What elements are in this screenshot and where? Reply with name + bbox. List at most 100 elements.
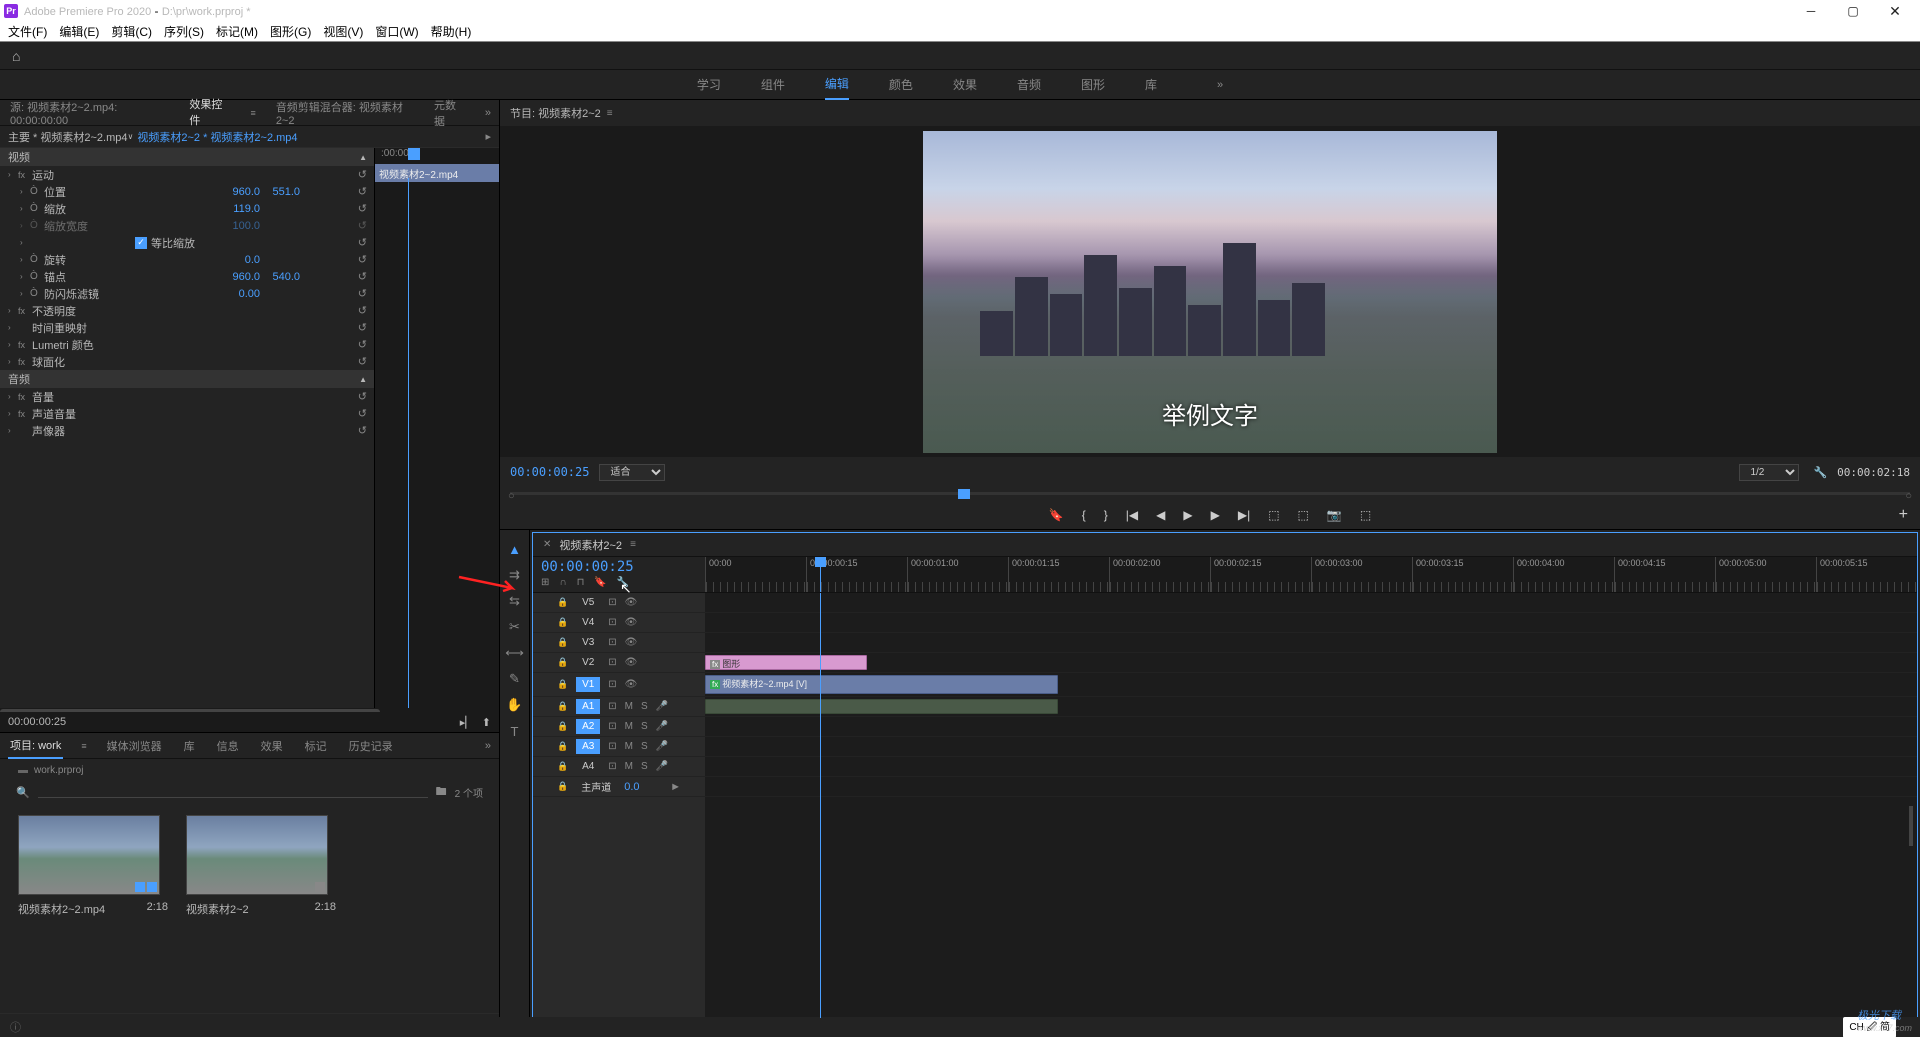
audio-track-header[interactable]: 🔒A4⊡MS🎤 xyxy=(533,757,705,777)
ec-property-row[interactable]: ›Ò缩放119.0↺ xyxy=(0,200,375,217)
goto-out-icon[interactable]: ▶| xyxy=(1238,508,1250,522)
workspace-tab[interactable]: 库 xyxy=(1145,70,1157,99)
in-point-icon[interactable]: { xyxy=(1082,508,1086,522)
audio-track-header[interactable]: 🔒A2⊡MS🎤 xyxy=(533,717,705,737)
menu-item[interactable]: 标记(M) xyxy=(212,23,262,40)
panel-tab[interactable]: 信息 xyxy=(215,734,241,758)
ec-mini-timeline[interactable]: :00:00 视频素材2~2.mp4 xyxy=(374,148,499,724)
master-track-header[interactable]: 🔒主声道0.0► xyxy=(533,777,705,797)
workspace-tab[interactable]: 效果 xyxy=(953,70,977,99)
timeline-timecode[interactable]: 00:00:00:25 xyxy=(541,559,697,575)
workspace-tab[interactable]: 颜色 xyxy=(889,70,913,99)
audio-track-lane[interactable] xyxy=(705,717,1917,737)
track-area[interactable]: fx图形 fx视频素材2~2.mp4 [V] xyxy=(705,593,1917,1018)
panel-tab[interactable]: 标记 xyxy=(303,734,329,758)
side-scrollbar[interactable] xyxy=(1909,806,1913,846)
timeline-ruler[interactable]: 00:0000:00:00:1500:00:01:0000:00:01:1500… xyxy=(705,557,1917,592)
compare-icon[interactable]: ⬚ xyxy=(1360,508,1371,522)
timeline-playhead[interactable] xyxy=(820,557,821,592)
video-track-lane[interactable] xyxy=(705,593,1917,613)
audio-track-lane[interactable] xyxy=(705,697,1917,717)
audio-track-lane[interactable] xyxy=(705,757,1917,777)
hand-tool[interactable]: ✋ xyxy=(506,696,524,714)
video-track-header[interactable]: 🔒V4⊡👁 xyxy=(533,613,705,633)
ec-playhead-marker[interactable] xyxy=(408,148,420,160)
ec-section-header[interactable]: 视频▲ xyxy=(0,148,375,166)
video-track-header[interactable]: 🔒V2⊡👁 xyxy=(533,653,705,673)
out-point-icon[interactable]: } xyxy=(1104,508,1108,522)
audio-clip[interactable] xyxy=(705,699,1058,714)
menu-item[interactable]: 窗口(W) xyxy=(371,23,422,40)
graphic-clip[interactable]: fx图形 xyxy=(705,655,867,670)
ec-effect-row[interactable]: ›fx不透明度↺ xyxy=(0,302,375,319)
video-track-header[interactable]: 🔒V1⊡👁 xyxy=(533,673,705,697)
workspace-tab[interactable]: 音频 xyxy=(1017,70,1041,99)
close-button[interactable]: ✕ xyxy=(1874,0,1916,22)
program-viewport[interactable]: 举例文字 xyxy=(500,126,1920,457)
close-sequence-icon[interactable]: ✕ xyxy=(543,539,551,550)
menu-item[interactable]: 帮助(H) xyxy=(427,23,476,40)
play-icon[interactable]: ▸ xyxy=(485,130,491,143)
video-track-lane[interactable] xyxy=(705,633,1917,653)
scrubber-playhead[interactable] xyxy=(958,489,970,499)
ec-effect-row[interactable]: ›声像器↺ xyxy=(0,422,375,439)
track-select-tool[interactable]: ⇉ xyxy=(506,566,524,584)
video-track-header[interactable]: 🔒V5⊡👁 xyxy=(533,593,705,613)
menu-item[interactable]: 图形(G) xyxy=(266,23,315,40)
audio-track-header[interactable]: 🔒A3⊡MS🎤 xyxy=(533,737,705,757)
panel-tab[interactable]: 库 xyxy=(182,734,197,758)
snap-icon[interactable]: ⊞ xyxy=(541,577,549,588)
project-item[interactable]: 视频素材2~22:18 xyxy=(186,815,336,1001)
filter-bin-icon[interactable]: 🖿 xyxy=(436,783,447,802)
workspace-tab[interactable]: 学习 xyxy=(697,70,721,99)
ec-section-header[interactable]: 音频▲ xyxy=(0,370,375,388)
resolution-select[interactable]: 1/2 xyxy=(1739,464,1799,481)
minimize-button[interactable]: ─ xyxy=(1790,0,1832,22)
menu-item[interactable]: 视图(V) xyxy=(319,23,367,40)
add-marker-icon[interactable]: 🔖 xyxy=(594,577,606,588)
panel-tab[interactable]: 项目: work xyxy=(8,733,63,759)
goto-in-icon[interactable]: |◀ xyxy=(1126,508,1138,522)
settings-icon[interactable]: 🔧 xyxy=(617,577,629,588)
step-fwd-icon[interactable]: ▶ xyxy=(1211,508,1220,522)
menu-item[interactable]: 剪辑(C) xyxy=(107,23,156,40)
ec-effect-row[interactable]: ›fx球面化↺ xyxy=(0,353,375,370)
workspace-tab[interactable]: 编辑 xyxy=(825,69,849,100)
panel-menu-icon[interactable]: ≡ xyxy=(630,539,636,550)
ec-effect-row[interactable]: ›时间重映射↺ xyxy=(0,319,375,336)
ec-effect-row[interactable]: ›fxLumetri 颜色↺ xyxy=(0,336,375,353)
link-icon[interactable]: ∩ xyxy=(559,577,566,588)
marker-icon[interactable]: 🔖 xyxy=(1049,508,1064,522)
tab-menu-icon[interactable]: ≡ xyxy=(251,108,256,118)
panel-tab[interactable]: 效果 xyxy=(259,734,285,758)
project-item[interactable]: 视频素材2~2.mp42:18 xyxy=(18,815,168,1001)
video-track-header[interactable]: 🔒V3⊡👁 xyxy=(533,633,705,653)
menu-item[interactable]: 文件(F) xyxy=(4,23,51,40)
menu-item[interactable]: 序列(S) xyxy=(160,23,208,40)
more-icon[interactable]: » xyxy=(485,740,491,752)
ripple-tool[interactable]: ⇆ xyxy=(506,592,524,610)
maximize-button[interactable]: ▢ xyxy=(1832,0,1874,22)
video-track-lane[interactable] xyxy=(705,613,1917,633)
ec-property-row[interactable]: ›✓等比缩放↺ xyxy=(0,234,375,251)
export-frame-icon[interactable]: 📷 xyxy=(1327,508,1342,522)
search-input[interactable] xyxy=(38,786,428,798)
dropdown-icon[interactable]: ∨ xyxy=(128,132,134,141)
video-track-lane[interactable]: fx视频素材2~2.mp4 [V] xyxy=(705,673,1917,697)
type-tool[interactable]: T xyxy=(506,722,524,740)
ec-effect-row[interactable]: ›fx运动↺ xyxy=(0,166,375,183)
tab-menu-icon[interactable]: ≡ xyxy=(81,741,86,751)
ec-effect-row[interactable]: ›fx音量↺ xyxy=(0,388,375,405)
lift-icon[interactable]: ⬚ xyxy=(1268,508,1279,522)
extract-icon[interactable]: ⬚ xyxy=(1298,508,1309,522)
ec-property-row[interactable]: ›Ò位置960.0551.0↺ xyxy=(0,183,375,200)
ec-property-row[interactable]: ›Ò防闪烁滤镜0.00↺ xyxy=(0,285,375,302)
fit-select[interactable]: 适合 xyxy=(599,464,665,481)
add-button-icon[interactable]: + xyxy=(1899,506,1908,524)
ec-play-icon[interactable]: ▸▏ xyxy=(460,716,474,729)
video-track-lane[interactable]: fx图形 xyxy=(705,653,1917,673)
step-back-icon[interactable]: ◀ xyxy=(1156,508,1165,522)
program-timecode[interactable]: 00:00:00:25 xyxy=(510,465,589,479)
selection-tool[interactable]: ▲ xyxy=(506,540,524,558)
ec-property-row[interactable]: ›Ò锚点960.0540.0↺ xyxy=(0,268,375,285)
